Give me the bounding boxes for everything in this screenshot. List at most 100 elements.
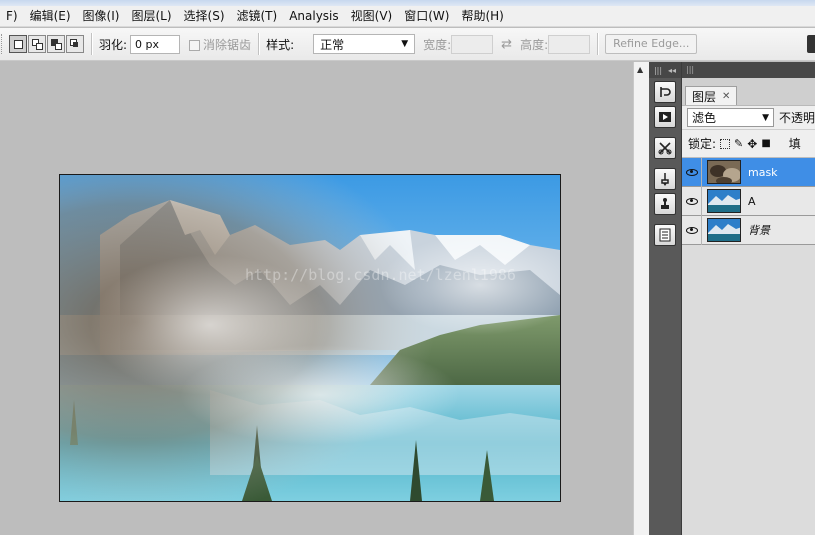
lock-transparency-icon[interactable] (720, 138, 731, 149)
visibility-toggle[interactable] (682, 157, 702, 187)
layer-name: mask (748, 165, 778, 179)
layer-thumbnail (707, 189, 741, 213)
watermark-text: http://blog.csdn.net/lzenl1986 (245, 266, 516, 284)
feather-label: 羽化: (99, 37, 128, 52)
dock-divider (649, 159, 681, 165)
layer-row-background[interactable]: 背景 (682, 215, 815, 245)
menu-analysis[interactable]: Analysis (283, 6, 344, 27)
style-value: 正常 (320, 37, 345, 52)
history-icon (660, 87, 671, 97)
antialias-checkbox[interactable] (189, 39, 201, 51)
subtract-selection-button[interactable] (47, 35, 65, 53)
document-canvas[interactable]: http://blog.csdn.net/lzenl1986 (59, 174, 561, 502)
menu-help[interactable]: 帮助(H) (455, 6, 509, 27)
tab-layers[interactable]: 图层 ✕ (685, 86, 738, 105)
style-label: 样式: (266, 37, 295, 52)
tool-dock: ||| ◂◂ (649, 62, 681, 535)
tool-presets-button[interactable] (654, 137, 676, 159)
menu-image[interactable]: 图像(I) (77, 6, 126, 27)
blend-mode-select[interactable]: 滤色 ▼ (687, 108, 774, 127)
scissors-icon (658, 142, 672, 155)
layer-name: A (748, 194, 756, 208)
dock-grip-icon: ||| (653, 65, 663, 75)
dock-divider (649, 215, 681, 221)
panel-grip-icon: ||| (686, 65, 695, 74)
height-label: 高度: (520, 37, 549, 52)
options-grip[interactable] (1, 34, 4, 54)
panel-tabs: 图层 ✕ (682, 78, 815, 106)
menu-view[interactable]: 视图(V) (345, 6, 399, 27)
eye-icon (685, 168, 698, 176)
layers-panel: ||| 图层 ✕ 滤色 ▼ 不透明 锁定: ✎ ✥ ■ 填 mask A 背景 (681, 62, 815, 535)
layer-thumbnail (707, 218, 741, 242)
landscape-image: http://blog.csdn.net/lzenl1986 (60, 175, 560, 501)
opacity-label: 不透明 (778, 111, 815, 125)
chevron-down-icon: ▼ (762, 112, 769, 123)
intersect-selection-button[interactable] (66, 35, 84, 53)
width-input[interactable] (451, 34, 494, 54)
mask-thumbnail-image (708, 161, 740, 183)
stamp-icon (661, 198, 669, 209)
brushes-button[interactable] (654, 168, 676, 190)
document-icon (659, 228, 671, 242)
notes-button[interactable] (654, 224, 676, 246)
options-bar: 羽化: 消除锯齿 样式: 正常 ▼ 宽度: ⇄ 高度: Refine Edge.… (0, 28, 815, 61)
selection-mode-group (9, 35, 84, 53)
fill-label: 填 (788, 137, 801, 151)
eye-icon (685, 226, 698, 234)
menu-edit[interactable]: 编辑(E) (24, 6, 77, 27)
add-selection-icon (31, 38, 43, 50)
play-icon (659, 112, 671, 122)
visibility-toggle[interactable] (682, 215, 702, 245)
lock-pixels-icon[interactable]: ✎ (734, 137, 743, 150)
new-selection-icon (13, 39, 23, 49)
antialias-option[interactable]: 消除锯齿 (189, 36, 251, 53)
divider (91, 33, 92, 55)
subtract-selection-icon (50, 38, 62, 50)
vertical-scrollbar[interactable]: ▲ (633, 62, 649, 535)
dock-header[interactable]: ||| ◂◂ (649, 62, 681, 78)
feather-input[interactable] (130, 34, 181, 54)
layer-name: 背景 (748, 224, 770, 237)
antialias-label: 消除锯齿 (203, 37, 252, 52)
intersect-selection-icon (69, 38, 81, 50)
history-button[interactable] (654, 81, 676, 103)
workspace-icon[interactable] (807, 35, 815, 53)
canvas-area[interactable]: http://blog.csdn.net/lzenl1986 (0, 62, 633, 535)
eye-icon (685, 197, 698, 205)
visibility-toggle[interactable] (682, 186, 702, 216)
dock-divider (649, 128, 681, 134)
swap-icon[interactable]: ⇄ (501, 37, 512, 52)
menu-filter[interactable]: 滤镜(T) (231, 6, 284, 27)
lock-all-icon[interactable]: ■ (761, 138, 770, 149)
close-icon[interactable]: ✕ (722, 91, 730, 102)
layer-row-mask[interactable]: mask (682, 157, 815, 187)
chevron-down-icon: ▼ (401, 39, 409, 49)
panel-header[interactable]: ||| (682, 62, 815, 78)
refine-edge-button[interactable]: Refine Edge... (605, 34, 698, 54)
scroll-up-icon[interactable]: ▲ (637, 65, 643, 74)
menu-window[interactable]: 窗口(W) (398, 6, 455, 27)
height-input[interactable] (548, 34, 591, 54)
blend-mode-value: 滤色 (692, 111, 717, 125)
lock-position-icon[interactable]: ✥ (747, 137, 757, 151)
clone-source-button[interactable] (654, 193, 676, 215)
menu-select[interactable]: 选择(S) (178, 6, 231, 27)
layer-row-a[interactable]: A (682, 186, 815, 216)
width-label: 宽度: (423, 37, 452, 52)
landscape-thumbnail-image (708, 219, 740, 241)
add-selection-button[interactable] (28, 35, 46, 53)
collapse-icon[interactable]: ◂◂ (668, 66, 676, 75)
style-select[interactable]: 正常 ▼ (313, 34, 416, 54)
new-selection-button[interactable] (9, 35, 27, 53)
lock-row: 锁定: ✎ ✥ ■ 填 (682, 130, 815, 158)
menu-file[interactable]: F) (0, 6, 24, 27)
lock-label: 锁定: (688, 137, 717, 151)
divider (258, 33, 260, 55)
tab-layers-label: 图层 (692, 89, 717, 104)
menu-layer[interactable]: 图层(L) (125, 6, 177, 27)
menu-bar: F) 编辑(E) 图像(I) 图层(L) 选择(S) 滤镜(T) Analysi… (0, 6, 815, 27)
layer-thumbnail (707, 160, 741, 184)
actions-button[interactable] (654, 106, 676, 128)
landscape-thumbnail-image (708, 190, 740, 212)
